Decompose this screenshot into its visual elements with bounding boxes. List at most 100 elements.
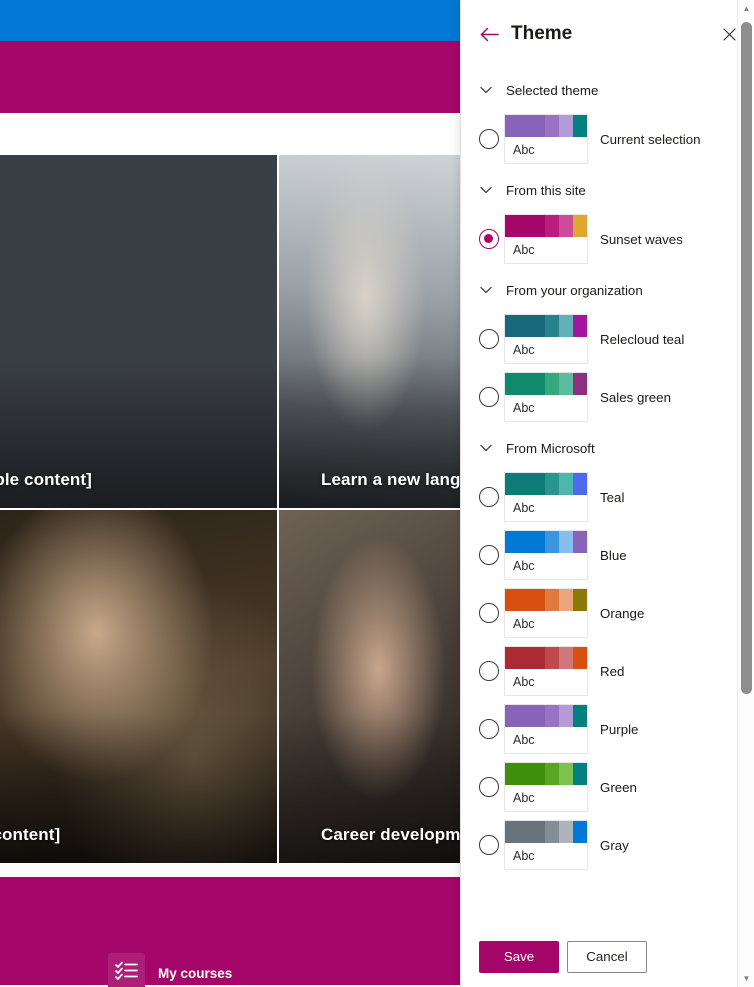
theme-name: Relecloud teal [600, 331, 685, 347]
swatch-colors [505, 763, 587, 785]
section-label: Selected theme [506, 82, 599, 98]
card-title: Career developm [321, 825, 460, 844]
panel-scroll-region[interactable]: Selected theme Abc Current selection Fro… [461, 68, 754, 925]
theme-swatch: Abc [504, 588, 588, 638]
panel-footer: Save Cancel [461, 925, 754, 987]
theme-option-sunset-waves[interactable]: Abc Sunset waves [479, 210, 736, 268]
swatch-sample-text: Abc [513, 143, 535, 157]
theme-swatch: Abc [504, 762, 588, 812]
radio-button[interactable] [479, 487, 499, 507]
sharepoint-page-background: s [Sample content] Learn a new lang ampl… [0, 0, 460, 987]
swatch-sample-text: Abc [513, 243, 535, 257]
theme-name: Green [600, 779, 637, 795]
theme-option-red[interactable]: Abc Red [479, 642, 736, 700]
window-scrollbar[interactable]: ▲ ▼ [737, 0, 754, 987]
swatch-colors [505, 821, 587, 843]
theme-swatch: Abc [504, 646, 588, 696]
theme-name: Red [600, 663, 625, 679]
theme-name: Gray [600, 837, 629, 853]
theme-option-purple[interactable]: Abc Purple [479, 700, 736, 758]
section-label: From your organization [506, 282, 643, 298]
theme-sections: Selected theme Abc Current selection Fro… [461, 70, 754, 874]
swatch-colors [505, 705, 587, 727]
swatch-colors [505, 589, 587, 611]
swatch-sample-text: Abc [513, 849, 535, 863]
swatch-colors [505, 473, 587, 495]
theme-panel: Theme Selected theme Abc Current selecti… [460, 0, 754, 987]
theme-option-green[interactable]: Abc Green [479, 758, 736, 816]
panel-header: Theme [461, 0, 754, 68]
radio-button[interactable] [479, 545, 499, 565]
chevron-down-icon [479, 183, 493, 197]
radio-button[interactable] [479, 661, 499, 681]
hero-card[interactable]: s [Sample content] [0, 155, 277, 508]
chevron-down-icon [479, 283, 493, 297]
radio-button[interactable] [479, 387, 499, 407]
save-button[interactable]: Save [479, 940, 559, 973]
hero-card[interactable]: ample content] [0, 510, 277, 863]
theme-option-current-selection[interactable]: Abc Current selection [479, 110, 736, 168]
scroll-down-icon[interactable]: ▼ [738, 970, 754, 987]
section-label: From Microsoft [506, 440, 595, 456]
theme-option-teal[interactable]: Abc Teal [479, 468, 736, 526]
chevron-down-icon [479, 441, 493, 455]
theme-swatch: Abc [504, 114, 588, 164]
back-arrow-icon[interactable] [479, 24, 499, 44]
swatch-colors [505, 531, 587, 553]
theme-name: Purple [600, 721, 639, 737]
theme-option-relecloud-teal[interactable]: Abc Relecloud teal [479, 310, 736, 368]
theme-name: Teal [600, 489, 625, 505]
card-title: Learn a new lang [321, 470, 460, 489]
theme-swatch: Abc [504, 820, 588, 870]
theme-name: Blue [600, 547, 627, 563]
radio-button[interactable] [479, 719, 499, 739]
section-header-selected-theme[interactable]: Selected theme [479, 70, 736, 110]
chevron-down-icon [479, 83, 493, 97]
swatch-sample-text: Abc [513, 791, 535, 805]
radio-button[interactable] [479, 777, 499, 797]
swatch-sample-text: Abc [513, 401, 535, 415]
theme-swatch: Abc [504, 472, 588, 522]
hero-card[interactable]: Career developm [279, 510, 460, 863]
radio-button[interactable] [479, 329, 499, 349]
scroll-up-icon[interactable]: ▲ [738, 0, 754, 17]
swatch-colors [505, 115, 587, 137]
theme-swatch: Abc [504, 704, 588, 754]
page-content-gap [0, 113, 460, 155]
theme-name: Sunset waves [600, 231, 683, 247]
theme-swatch: Abc [504, 314, 588, 364]
card-title: s [Sample content] [0, 470, 92, 489]
cancel-button[interactable]: Cancel [567, 940, 647, 973]
theme-swatch: Abc [504, 372, 588, 422]
scrollbar-thumb[interactable] [741, 22, 752, 694]
radio-button[interactable] [479, 603, 499, 623]
theme-option-orange[interactable]: Abc Orange [479, 584, 736, 642]
swatch-colors [505, 215, 587, 237]
swatch-colors [505, 315, 587, 337]
theme-option-gray[interactable]: Abc Gray [479, 816, 736, 874]
radio-button[interactable] [479, 129, 499, 149]
theme-swatch: Abc [504, 530, 588, 580]
swatch-sample-text: Abc [513, 559, 535, 573]
checklist-icon[interactable] [108, 953, 145, 987]
theme-option-sales-green[interactable]: Abc Sales green [479, 368, 736, 426]
section-header-from-your-organization[interactable]: From your organization [479, 270, 736, 310]
swatch-sample-text: Abc [513, 675, 535, 689]
screenshot-root: s [Sample content] Learn a new lang ampl… [0, 0, 754, 987]
radio-button[interactable] [479, 229, 499, 249]
theme-name: Sales green [600, 389, 671, 405]
section-header-from-microsoft[interactable]: From Microsoft [479, 428, 736, 468]
hero-card[interactable]: Learn a new lang [279, 155, 460, 508]
theme-option-blue[interactable]: Abc Blue [479, 526, 736, 584]
swatch-colors [505, 647, 587, 669]
footer-link-label[interactable]: My courses [158, 966, 232, 981]
theme-swatch: Abc [504, 214, 588, 264]
radio-button[interactable] [479, 835, 499, 855]
swatch-sample-text: Abc [513, 617, 535, 631]
theme-name: Current selection [600, 131, 701, 147]
section-header-from-this-site[interactable]: From this site [479, 170, 736, 210]
panel-title: Theme [511, 23, 573, 44]
swatch-sample-text: Abc [513, 501, 535, 515]
swatch-sample-text: Abc [513, 343, 535, 357]
section-label: From this site [506, 182, 586, 198]
